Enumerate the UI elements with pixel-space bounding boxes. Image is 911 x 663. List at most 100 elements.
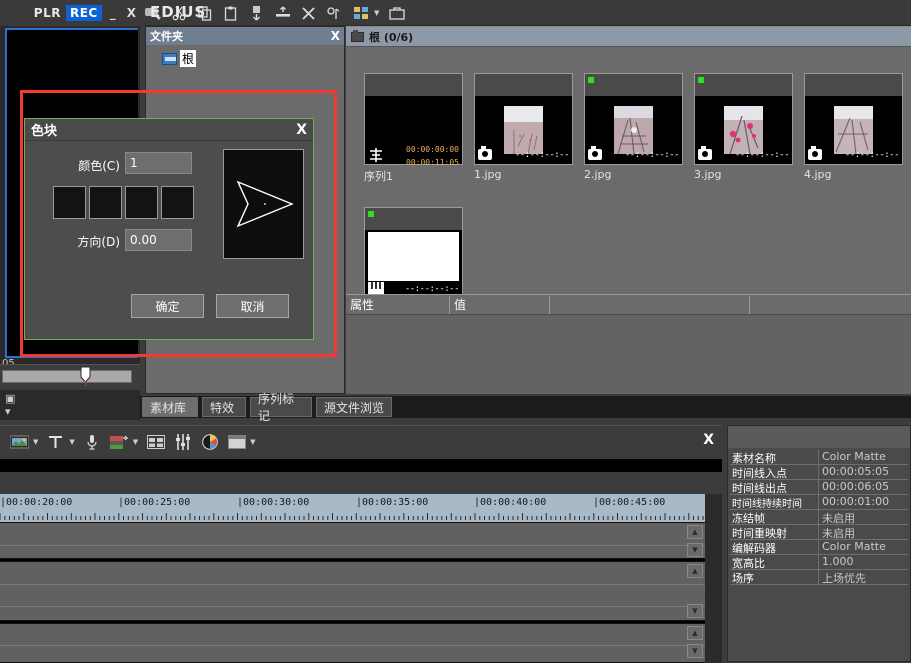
direction-input[interactable]: 0.00 — [125, 229, 192, 251]
view-grid-icon[interactable] — [352, 5, 369, 22]
color-wheel-icon[interactable] — [200, 434, 219, 451]
microphone-icon[interactable] — [83, 434, 102, 451]
color-swatch-1[interactable] — [53, 186, 86, 219]
transition-icon[interactable] — [110, 434, 129, 451]
tab-sequence-markers[interactable]: 序列标记 — [250, 397, 312, 417]
bin-item-thumbnail[interactable]: --:--:--:-- — [694, 73, 793, 165]
chevron-down-icon[interactable]: ▼ — [69, 438, 74, 446]
bin-item-timecode: --:--:--:-- — [515, 150, 569, 160]
transport-expand-icon[interactable]: ▾ — [5, 405, 11, 418]
dialog-titlebar[interactable]: 色块 X — [25, 119, 313, 141]
close-window-button[interactable]: X — [124, 6, 139, 20]
cancel-button[interactable]: 取消 — [216, 294, 289, 318]
ruler-ticks — [0, 513, 705, 520]
player-mode-rec-label[interactable]: REC — [66, 5, 102, 21]
scrub-slider[interactable] — [2, 370, 132, 383]
grid-layout-icon[interactable] — [146, 434, 165, 451]
audio-mixer-icon[interactable] — [173, 434, 192, 451]
color-swatch-4[interactable] — [161, 186, 194, 219]
direction-preview[interactable] — [223, 149, 304, 259]
color-swatch-3[interactable] — [125, 186, 158, 219]
dialog-close-icon[interactable]: X — [296, 122, 307, 138]
track-up-button[interactable]: ▲ — [687, 564, 703, 578]
bin-item[interactable]: 00:00:00:00 00:00:11:05 序列1 — [364, 73, 463, 184]
chevron-down-icon[interactable]: ▼ — [133, 438, 138, 446]
window-icon[interactable] — [227, 434, 246, 451]
chevron-down-icon[interactable]: ▼ — [250, 438, 255, 446]
folder-panel-close-icon[interactable]: X — [331, 29, 340, 43]
bin-item-timecode: --:--:--:-- — [405, 284, 459, 294]
bin-item-timecode-duration: 00:00:11:05 — [406, 158, 459, 167]
ruler-tick-label: 00:00:25:00 — [118, 497, 190, 508]
folder-tree-item-root[interactable]: 根 — [162, 50, 196, 67]
delete-icon[interactable] — [248, 5, 265, 22]
bin-item-statusbar — [365, 208, 462, 230]
info-value: 未启用 — [819, 510, 908, 524]
tab-effects[interactable]: 特效 — [202, 397, 246, 417]
minimize-button[interactable]: _ — [107, 6, 119, 20]
tab-label: 素材库 — [150, 399, 186, 416]
info-row: 场序 上场优先 — [730, 570, 908, 585]
bin-property-column-value[interactable]: 值 — [450, 296, 550, 314]
timeline-close-button[interactable]: X — [703, 432, 714, 448]
track-down-button[interactable]: ▼ — [687, 644, 703, 658]
bin-item[interactable]: --:--:--:-- 2.jpg — [584, 73, 683, 181]
camera-icon — [698, 149, 712, 160]
ok-button[interactable]: 确定 — [131, 294, 204, 318]
info-key: 编解码器 — [730, 540, 819, 554]
timeline-scrollbar[interactable] — [705, 494, 722, 663]
track-up-button[interactable]: ▲ — [687, 525, 703, 539]
bin-item-thumbnail[interactable]: --:--:--:-- — [474, 73, 573, 165]
clip-image-icon[interactable] — [10, 434, 29, 451]
track-divider — [0, 584, 705, 585]
bin-property-column-extra[interactable] — [550, 296, 750, 314]
chevron-down-icon[interactable]: ▼ — [33, 438, 38, 446]
ruler-tick-label: 00:00:20:00 — [0, 497, 72, 508]
transport-button-icon[interactable]: ▣ — [5, 392, 15, 405]
bin-item-thumbnail[interactable]: --:--:--:-- — [804, 73, 903, 165]
toolbox-icon[interactable] — [388, 5, 405, 22]
paste-icon[interactable] — [222, 5, 239, 22]
timeline-track[interactable]: ▲ ▼ — [0, 561, 705, 621]
bin-header: 根 (0/6) — [346, 27, 911, 47]
bin-item-thumbnail[interactable]: --:--:--:-- — [584, 73, 683, 165]
title-text-icon[interactable] — [46, 434, 65, 451]
timeline-panel: ▼ ▼ ▼ ▼ X 00:00:20:00 00:00:25:00 00:00 — [0, 425, 722, 662]
player-mode-toggle[interactable]: PLR REC _ X — [0, 0, 145, 26]
info-row: 时间线出点 00:00:06:05 — [730, 480, 908, 495]
color-input[interactable]: 1 — [125, 152, 192, 174]
info-key: 时间线持续时间 — [730, 495, 819, 509]
timeline-track[interactable]: ▲ ▼ — [0, 522, 705, 559]
info-value: 上场优先 — [819, 570, 908, 584]
link-icon[interactable] — [326, 5, 343, 22]
bin-item-statusbar — [805, 74, 902, 96]
clip-info-table: 素材名称 Color Matte 时间线入点 00:00:05:05 时间线出点… — [730, 450, 908, 585]
chevron-down-icon[interactable]: ▼ — [374, 9, 379, 17]
timeline-track[interactable]: ▲ ▼ — [0, 623, 705, 663]
track-down-button[interactable]: ▼ — [687, 604, 703, 618]
track-divider — [0, 545, 705, 546]
direction-arrow-icon — [224, 150, 303, 258]
player-mode-plr-label[interactable]: PLR — [34, 6, 61, 20]
track-down-button[interactable]: ▼ — [687, 543, 703, 557]
info-value: Color Matte — [819, 450, 908, 464]
add-icon[interactable] — [274, 5, 291, 22]
timeline-ruler[interactable]: 00:00:20:00 00:00:25:00 00:00:30:00 00:0… — [0, 494, 705, 522]
ruler-tick-label: 00:00:45:00 — [593, 497, 665, 508]
bin-item[interactable]: --:--:--:-- 3.jpg — [694, 73, 793, 181]
tab-label: 序列标记 — [258, 390, 304, 424]
camera-icon — [478, 149, 492, 160]
close-x-icon[interactable] — [300, 5, 317, 22]
bin-item[interactable]: --:--:--:-- 4.jpg — [804, 73, 903, 181]
info-value: 1.000 — [819, 555, 908, 569]
tab-material-library[interactable]: 素材库 — [142, 397, 198, 417]
bin-item[interactable]: --:--:--:-- 1.jpg — [474, 73, 573, 181]
track-up-button[interactable]: ▲ — [687, 626, 703, 640]
bin-property-column-attribute[interactable]: 属性 — [346, 296, 450, 314]
bin-item-thumbnail[interactable]: 00:00:00:00 00:00:11:05 — [364, 73, 463, 165]
playhead-marker[interactable] — [80, 366, 91, 386]
tab-source-browser[interactable]: 源文件浏览 — [316, 397, 392, 417]
folder-panel-title: 文件夹 — [150, 28, 331, 44]
color-swatch-2[interactable] — [89, 186, 122, 219]
bin-item-thumbnail[interactable]: --:--:--:-- — [364, 207, 463, 299]
